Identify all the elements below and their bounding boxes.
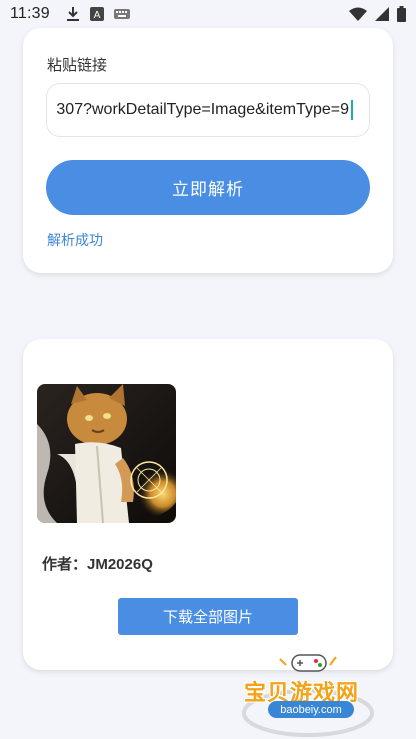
link-input[interactable]: 307?workDetailType=Image&itemType=9 [46,83,370,137]
result-thumbnail[interactable] [37,384,176,523]
status-bar: 11:39 A [0,0,416,28]
paste-link-card: 粘贴链接 307?workDetailType=Image&itemType=9… [23,28,393,273]
parse-button[interactable]: 立即解析 [46,160,370,215]
download-all-button[interactable]: 下载全部图片 [118,598,298,635]
result-card: 作者：JM2026Q 下载全部图片 [23,339,393,670]
a-keyboard-icon: A [89,7,104,21]
watermark: 宝贝游戏网 baobeiy.com [236,645,386,737]
download-icon [66,6,80,22]
status-time: 11:39 [10,5,50,22]
watermark-url: baobeiy.com [268,701,354,718]
paste-link-label: 粘贴链接 [47,56,108,74]
author-text: 作者：JM2026Q [42,556,153,573]
signal-icon [375,7,389,21]
wifi-icon [349,7,367,21]
link-input-value[interactable]: 307?workDetailType=Image&itemType=9 [56,101,349,119]
text-cursor [351,100,353,120]
svg-text:A: A [93,10,100,21]
cat-warrior-artwork-icon [37,384,176,523]
parse-status-text: 解析成功 [47,233,103,249]
battery-icon [397,6,406,22]
keyboard-icon [113,8,130,20]
